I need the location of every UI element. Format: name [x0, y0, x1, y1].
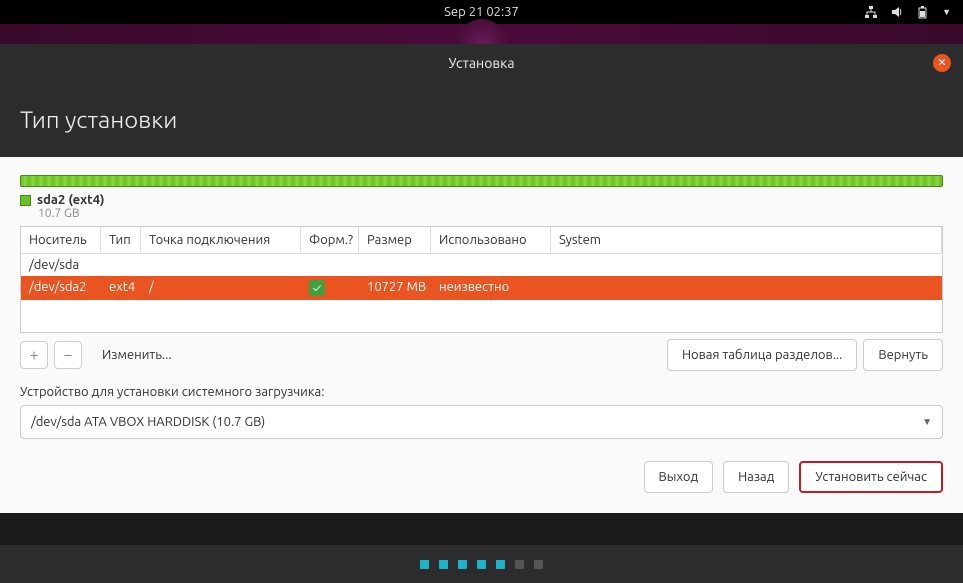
cell-format: ✓ [301, 276, 359, 300]
partition-table: Носитель Тип Точка подключения Форм.? Ра… [20, 226, 943, 333]
disk-usage-bar[interactable] [20, 175, 943, 187]
col-system[interactable]: System [551, 227, 942, 254]
progress-dot[interactable] [496, 560, 505, 569]
cell-size: 10727 MB [359, 276, 431, 300]
remove-partition-button[interactable]: − [54, 341, 82, 369]
chevron-down-icon: ▼ [922, 416, 932, 428]
window-title: Установка [448, 55, 514, 71]
battery-icon[interactable] [916, 5, 930, 19]
cell-device: /dev/sda2 [21, 276, 101, 300]
add-partition-button[interactable]: + [20, 341, 48, 369]
close-icon: ✕ [937, 58, 946, 69]
progress-dot[interactable] [439, 560, 448, 569]
installer-window: Установка ✕ Тип установки sda2 (ext4) 10… [0, 44, 963, 513]
progress-dot[interactable] [534, 560, 543, 569]
col-format[interactable]: Форм.? [301, 227, 359, 254]
progress-dot[interactable] [458, 560, 467, 569]
install-now-button[interactable]: Установить сейчас [799, 461, 943, 493]
desktop-wallpaper [0, 24, 963, 44]
cell-device: /dev/sda [21, 254, 101, 276]
cell-mount: / [141, 276, 301, 300]
cell-type: ext4 [101, 276, 141, 300]
partition-legend: sda2 (ext4) [20, 193, 943, 207]
col-used[interactable]: Использовано [431, 227, 551, 254]
partition-toolbelt: + − Изменить... Новая таблица разделов..… [20, 339, 943, 371]
progress-dot[interactable] [420, 560, 429, 569]
progress-dot[interactable] [477, 560, 486, 569]
table-header: Носитель Тип Точка подключения Форм.? Ра… [21, 227, 942, 254]
bootloader-select[interactable]: /dev/sda ATA VBOX HARDDISK (10.7 GB) ▼ [20, 405, 943, 439]
new-partition-table-button[interactable]: Новая таблица разделов... [667, 339, 857, 371]
footer-buttons: Выход Назад Установить сейчас [20, 461, 943, 493]
page-header: Тип установки [0, 82, 963, 157]
partition-size: 10.7 GB [38, 207, 943, 220]
col-mount[interactable]: Точка подключения [141, 227, 301, 254]
edit-partition-button[interactable]: Изменить... [88, 339, 186, 371]
table-row[interactable]: /dev/sda [21, 254, 942, 276]
progress-dot[interactable] [515, 560, 524, 569]
partition-color-swatch [20, 195, 31, 206]
revert-button[interactable]: Вернуть [863, 339, 943, 371]
clock: Sep 21 02:37 [444, 5, 519, 19]
table-body[interactable]: /dev/sda /dev/sda2 ext4 / ✓ 10727 MB неи… [21, 254, 942, 332]
system-tray: ▼ [864, 5, 951, 19]
window-titlebar: Установка ✕ [0, 44, 963, 82]
col-type[interactable]: Тип [101, 227, 141, 254]
chevron-down-icon[interactable]: ▼ [942, 7, 951, 17]
col-device[interactable]: Носитель [21, 227, 101, 254]
cell-used: неизвестно [431, 276, 551, 300]
check-icon: ✓ [309, 280, 325, 296]
progress-dots [0, 545, 963, 583]
volume-icon[interactable] [890, 5, 904, 19]
partition-name: sda2 (ext4) [37, 193, 105, 207]
plus-icon: + [29, 346, 38, 364]
back-button[interactable]: Назад [723, 461, 789, 493]
table-row[interactable]: /dev/sda2 ext4 / ✓ 10727 MB неизвестно [21, 276, 942, 300]
quit-button[interactable]: Выход [644, 461, 714, 493]
content-area: sda2 (ext4) 10.7 GB Носитель Тип Точка п… [0, 157, 963, 513]
bootloader-label: Устройство для установки системного загр… [20, 385, 943, 399]
page-title: Тип установки [20, 106, 943, 133]
network-icon[interactable] [864, 5, 878, 19]
minus-icon: − [63, 346, 72, 364]
bootloader-value: /dev/sda ATA VBOX HARDDISK (10.7 GB) [31, 415, 265, 429]
close-button[interactable]: ✕ [933, 54, 951, 72]
col-size[interactable]: Размер [359, 227, 431, 254]
